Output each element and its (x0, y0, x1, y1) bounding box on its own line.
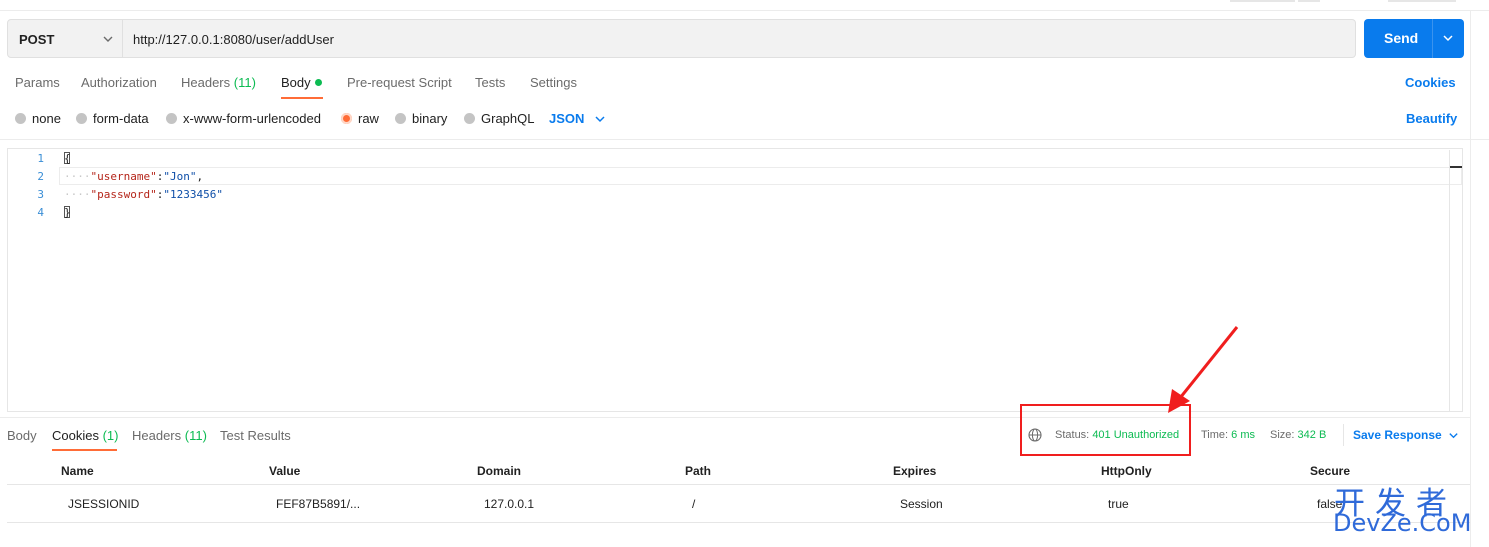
top-tab-stub (1230, 0, 1295, 2)
radio-none[interactable] (15, 113, 26, 124)
cookie-name: JSESSIONID (68, 497, 140, 511)
json-key: "password" (90, 188, 157, 201)
radio-binary-label[interactable]: binary (412, 111, 447, 126)
radio-graphql[interactable] (464, 113, 475, 124)
cookie-domain: 127.0.0.1 (484, 497, 535, 511)
tab-settings[interactable]: Settings (530, 75, 577, 90)
chevron-down-icon[interactable] (1448, 430, 1459, 441)
line-number: 2 (37, 170, 44, 183)
radio-binary[interactable] (395, 113, 406, 124)
tab-headers[interactable]: Headers (11) (181, 75, 256, 90)
code-line-1: { (64, 152, 71, 165)
current-line-highlight (59, 167, 1462, 185)
code-line-2: ····"username":"Jon", (64, 170, 204, 183)
code-line-3: ····"password":"1233456" (64, 188, 223, 201)
tab-params[interactable]: Params (15, 75, 60, 90)
table-row[interactable] (7, 485, 1470, 523)
body-modified-dot (315, 79, 322, 86)
response-tab-headers-count: (11) (184, 428, 207, 443)
send-label: Send (1384, 30, 1419, 46)
divider (0, 139, 1489, 140)
send-divider (1432, 19, 1433, 58)
url-input[interactable]: http://127.0.0.1:8080/user/addUser (123, 19, 1356, 58)
top-tab-stub (1298, 0, 1320, 2)
radio-form-data-label[interactable]: form-data (93, 111, 149, 126)
cookie-expires: Session (900, 497, 943, 511)
divider (0, 417, 1470, 418)
column-header: Path (685, 464, 712, 478)
arrow-annotation (1168, 326, 1239, 413)
size-label: Size: (1270, 429, 1295, 441)
json-key: "username" (90, 170, 157, 183)
response-tab-headers[interactable]: Headers (11) (132, 428, 207, 443)
tab-tests[interactable]: Tests (475, 75, 505, 90)
chevron-down-icon (103, 36, 113, 42)
json-value: "1233456" (163, 188, 223, 201)
line-number: 4 (37, 206, 44, 219)
scrollbar-thumb[interactable] (1450, 166, 1462, 168)
radio-x-www-form-urlencoded[interactable] (166, 113, 177, 124)
code-line-4: } (64, 206, 71, 219)
tab-headers-label: Headers (181, 75, 231, 90)
radio-none-label[interactable]: none (32, 111, 61, 126)
column-header: Domain (477, 464, 522, 478)
column-header: Name (61, 464, 94, 478)
tab-active-underline (281, 97, 323, 99)
response-tab-cookies-label: Cookies (52, 428, 99, 443)
column-header: Value (269, 464, 301, 478)
method-label: POST (19, 32, 55, 47)
side-panel-divider (1470, 11, 1471, 547)
chevron-down-icon[interactable] (594, 113, 606, 125)
top-tab-stub (1388, 0, 1456, 2)
radio-form-data[interactable] (76, 113, 87, 124)
chevron-down-icon[interactable] (1442, 32, 1454, 44)
radio-raw[interactable] (341, 113, 352, 124)
watermark-text: DevZe.CoM (1333, 509, 1472, 537)
send-button[interactable]: Send (1364, 19, 1464, 58)
time-value: 6 ms (1231, 429, 1255, 441)
column-header: HttpOnly (1101, 464, 1152, 478)
time-label: Time: (1201, 429, 1229, 441)
column-header: Expires (893, 464, 937, 478)
code-editor[interactable] (7, 148, 1463, 412)
tab-authorization[interactable]: Authorization (81, 75, 157, 90)
response-tab-body[interactable]: Body (7, 428, 37, 443)
response-tab-headers-label: Headers (132, 428, 182, 443)
radio-graphql-label[interactable]: GraphQL (481, 111, 534, 126)
radio-raw-label[interactable]: raw (358, 111, 379, 126)
json-comma: , (196, 170, 204, 183)
radio-x-www-form-urlencoded-label[interactable]: x-www-form-urlencoded (183, 111, 321, 126)
column-header: Secure (1310, 464, 1351, 478)
time-readout: Time: 6 ms (1201, 429, 1255, 441)
table-divider (7, 522, 1470, 523)
divider (1343, 424, 1344, 446)
method-select[interactable]: POST (7, 19, 123, 58)
line-number: 1 (37, 152, 44, 165)
response-tab-cookies[interactable]: Cookies (1) (52, 428, 118, 443)
tab-body[interactable]: Body (281, 75, 311, 90)
beautify-link[interactable]: Beautify (1406, 111, 1457, 126)
response-tab-underline (52, 449, 117, 451)
response-tab-cookies-count: (1) (102, 428, 119, 443)
size-value: 342 B (1297, 429, 1327, 441)
cookie-value: FEF87B5891/... (276, 497, 361, 511)
size-readout: Size: 342 B (1270, 429, 1326, 441)
tab-pre-request-script[interactable]: Pre-request Script (347, 75, 452, 90)
save-response-button[interactable]: Save Response (1353, 428, 1442, 442)
response-tab-test-results[interactable]: Test Results (220, 428, 291, 443)
cookie-path: / (692, 497, 696, 511)
json-value: "Jon" (163, 170, 197, 183)
format-select[interactable]: JSON (549, 111, 584, 126)
tab-headers-count: (11) (233, 75, 256, 90)
top-divider (0, 10, 1489, 11)
editor-scrollbar[interactable] (1449, 150, 1464, 411)
line-number: 3 (37, 188, 44, 201)
url-text: http://127.0.0.1:8080/user/addUser (133, 32, 334, 47)
cookies-link[interactable]: Cookies (1405, 75, 1456, 90)
cookie-httponly: true (1108, 497, 1129, 511)
